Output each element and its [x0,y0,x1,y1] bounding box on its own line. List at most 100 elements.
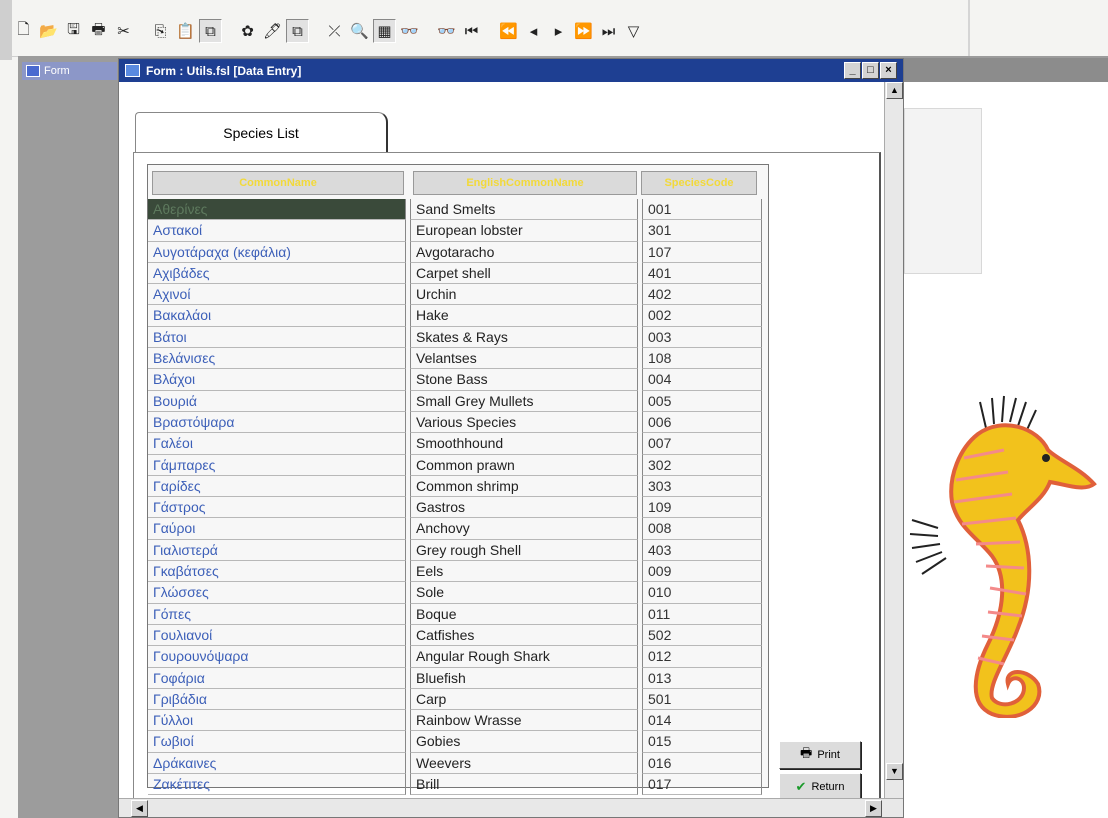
table-row[interactable]: Γάστρος Gastros 109 [148,497,768,519]
table-row[interactable]: Γωβιοί Gobies 015 [148,731,768,753]
common-name-cell[interactable]: Γάστρος [148,497,406,519]
common-name-cell[interactable]: Γάμπαρες [148,454,406,476]
table-row[interactable]: Γουρουνόψαρα Angular Rough Shark 012 [148,646,768,668]
english-name-cell[interactable]: Grey rough Shell [410,539,638,562]
table-row[interactable]: Γκαβάτσες Eels 009 [148,561,768,583]
english-name-cell[interactable]: Bluefish [410,667,638,689]
english-name-cell[interactable]: Hake [410,305,638,327]
scroll-up-button[interactable]: ▲ [886,82,903,99]
scroll-down-button[interactable]: ▼ [886,763,903,780]
english-name-cell[interactable]: Sole [410,582,638,604]
copy-icon[interactable]: ⎘ [149,19,172,43]
table-row[interactable]: Βλάχοι Stone Bass 004 [148,369,768,391]
table-row[interactable]: Γλώσσες Sole 010 [148,582,768,604]
common-name-cell[interactable]: Γύλλοι [148,710,406,732]
filter-icon[interactable]: ▽ [622,19,645,43]
binoculars-icon[interactable]: 👓 [398,19,421,43]
species-code-cell[interactable]: 303 [642,475,762,498]
english-name-cell[interactable]: Gobies [410,731,638,753]
first-record-icon[interactable]: ⏮ [460,19,483,43]
maximize-button[interactable]: □ [862,62,879,79]
table-row[interactable]: Γύλλοι Rainbow Wrasse 014 [148,710,768,732]
scroll-left-button[interactable]: ◀ [131,800,148,817]
column-header-english-name[interactable]: EnglishCommonName [413,171,637,195]
species-code-cell[interactable]: 013 [642,667,762,689]
english-name-cell[interactable]: Gastros [410,497,638,519]
species-code-cell[interactable]: 017 [642,774,762,796]
close-button[interactable]: × [880,62,897,79]
species-code-cell[interactable]: 014 [642,710,762,732]
english-name-cell[interactable]: Boque [410,603,638,625]
table-row[interactable]: Βραστόψαρα Various Species 006 [148,411,768,434]
horizontal-scrollbar[interactable]: ◀ ▶ [119,798,903,817]
vertical-scrollbar[interactable]: ▲ ▼ [884,82,903,800]
species-code-cell[interactable]: 004 [642,369,762,391]
save-icon[interactable]: 🖫 [62,19,85,43]
english-name-cell[interactable]: Urchin [410,284,638,306]
species-code-cell[interactable]: 009 [642,561,762,583]
species-code-cell[interactable]: 502 [642,624,762,647]
common-name-cell[interactable]: Γκαβάτσες [148,561,406,583]
english-name-cell[interactable]: Small Grey Mullets [410,390,638,412]
table-row[interactable]: Αχινοί Urchin 402 [148,284,768,306]
common-name-cell[interactable]: Γουλιανοί [148,624,406,647]
table-row[interactable]: Ζακέτιτες Brill 017 [148,774,768,796]
tab-species-list[interactable]: Species List [135,112,388,153]
common-name-cell[interactable]: Γλώσσες [148,582,406,604]
species-code-cell[interactable]: 501 [642,688,762,711]
english-name-cell[interactable]: Various Species [410,411,638,434]
table-row[interactable]: Αχιβάδες Carpet shell 401 [148,262,768,285]
common-name-cell[interactable]: Γαύροι [148,518,406,540]
english-name-cell[interactable]: European lobster [410,220,638,242]
species-code-cell[interactable]: 005 [642,390,762,412]
table-view-icon[interactable]: ▦ [373,19,396,43]
common-name-cell[interactable]: Γοφάρια [148,667,406,689]
next-page-icon[interactable]: ⏩ [572,19,595,43]
scroll-right-button[interactable]: ▶ [865,800,882,817]
zoom-icon[interactable]: 🔍 [348,19,371,43]
next-record-icon[interactable]: ▸ [547,19,570,43]
common-name-cell[interactable]: Γόπες [148,603,406,625]
column-header-species-code[interactable]: SpeciesCode [641,171,757,195]
english-name-cell[interactable]: Catfishes [410,624,638,647]
common-name-cell[interactable]: Γουρουνόψαρα [148,646,406,668]
table-row[interactable]: Βελάνισες Velantses 108 [148,348,768,370]
english-name-cell[interactable]: Smoothhound [410,433,638,455]
species-code-cell[interactable]: 402 [642,284,762,306]
english-name-cell[interactable]: Anchovy [410,518,638,540]
english-name-cell[interactable]: Avgotaracho [410,241,638,263]
species-code-cell[interactable]: 016 [642,752,762,775]
table-row[interactable]: Βάτοι Skates & Rays 003 [148,326,768,349]
english-name-cell[interactable]: Velantses [410,348,638,370]
species-code-cell[interactable]: 107 [642,241,762,263]
table-row[interactable]: Αστακοί European lobster 301 [148,220,768,242]
table-row[interactable]: Γουλιανοί Catfishes 502 [148,624,768,647]
common-name-cell[interactable]: Βραστόψαρα [148,411,406,434]
new-icon[interactable]: 🗋 [12,19,35,43]
common-name-cell[interactable]: Γιαλιστερά [148,539,406,562]
english-name-cell[interactable]: Common shrimp [410,475,638,498]
species-code-cell[interactable]: 011 [642,603,762,625]
common-name-cell[interactable]: Αθερίνες [148,199,406,221]
layout-icon[interactable]: ✿ [236,19,259,43]
english-name-cell[interactable]: Angular Rough Shark [410,646,638,668]
english-name-cell[interactable]: Common prawn [410,454,638,476]
english-name-cell[interactable]: Brill [410,774,638,796]
common-name-cell[interactable]: Γαλέοι [148,433,406,455]
english-name-cell[interactable]: Sand Smelts [410,199,638,221]
wand-icon[interactable]: 🖊 [261,19,284,43]
window-titlebar[interactable]: Form : Utils.fsl [Data Entry] _ □ × [119,59,903,82]
species-code-cell[interactable]: 003 [642,326,762,349]
species-code-cell[interactable]: 007 [642,433,762,455]
english-name-cell[interactable]: Eels [410,561,638,583]
common-name-cell[interactable]: Ζακέτιτες [148,774,406,796]
species-code-cell[interactable]: 015 [642,731,762,753]
table-row[interactable]: Δράκαινες Weevers 016 [148,752,768,775]
species-code-cell[interactable]: 109 [642,497,762,519]
last-record-icon[interactable]: ⏭ [597,19,620,43]
common-name-cell[interactable]: Δράκαινες [148,752,406,775]
table-row[interactable]: Γαλέοι Smoothhound 007 [148,433,768,455]
common-name-cell[interactable]: Βελάνισες [148,348,406,370]
species-code-cell[interactable]: 301 [642,220,762,242]
species-code-cell[interactable]: 010 [642,582,762,604]
